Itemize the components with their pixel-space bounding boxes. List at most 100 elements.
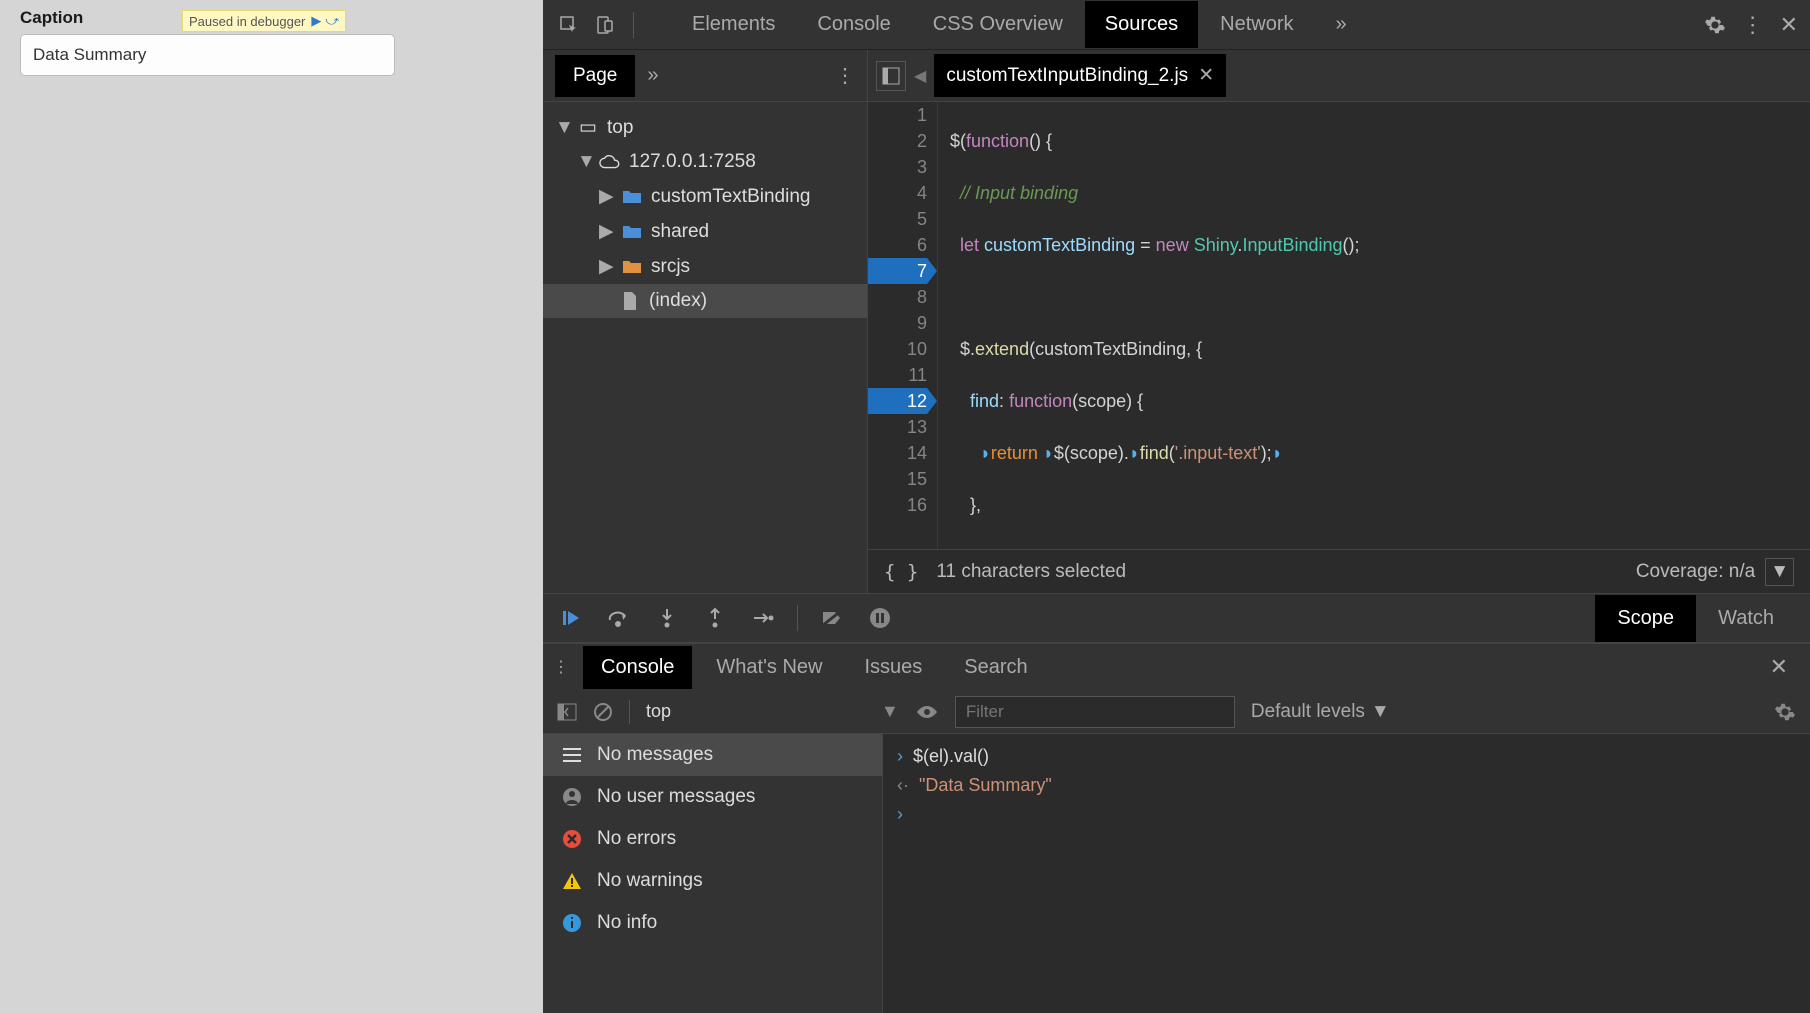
msg-filter-errors[interactable]: No errors [543,818,882,860]
line-number[interactable]: 11 [868,362,927,388]
step-out-button[interactable] [701,604,729,632]
clear-console-icon[interactable] [593,702,613,722]
console-settings-icon[interactable] [1774,701,1796,723]
drawer-tabs-bar: ⋮ Console What's New Issues Search ✕ [543,644,1810,690]
console-toolbar: top ▼ Default levels ▼ [543,690,1810,734]
nav-back-icon[interactable]: ◀ [914,66,926,86]
settings-icon[interactable] [1704,14,1726,36]
tree-folder-srcjs[interactable]: ▶ srcjs [543,249,867,284]
tree-folder-shared[interactable]: ▶ shared [543,214,867,249]
execution-context-select[interactable]: top ▼ [646,701,899,722]
step-into-button[interactable] [653,604,681,632]
line-number[interactable]: 1 [868,102,927,128]
prompt-icon: › [897,746,903,767]
tab-css-overview[interactable]: CSS Overview [913,1,1083,48]
deactivate-breakpoints-button[interactable] [818,604,846,632]
console-prompt-line[interactable]: › [897,800,1796,829]
drawer-tab-issues[interactable]: Issues [846,646,940,689]
step-over-button[interactable] [605,604,633,632]
line-number[interactable]: 15 [868,466,927,492]
coverage-dropdown-icon[interactable]: ▼ [1765,558,1794,586]
pretty-print-icon[interactable]: { } [884,561,918,583]
tree-top[interactable]: ▼ ▭ top [543,110,867,145]
tab-scope[interactable]: Scope [1595,595,1696,642]
levels-label: Default levels [1251,701,1365,723]
close-drawer-icon[interactable]: ✕ [1758,654,1800,680]
line-number[interactable]: 16 [868,492,927,518]
toggle-navigator-icon[interactable] [876,61,906,91]
msg-filter-warnings[interactable]: No warnings [543,860,882,902]
line-number[interactable]: 5 [868,206,927,232]
step-button[interactable] [749,604,777,632]
console-output[interactable]: › $(el).val() ‹· "Data Summary" › [883,734,1810,1013]
tab-console[interactable]: Console [797,1,910,48]
msg-label: No errors [597,828,676,850]
step-over-icon[interactable]: ⤻ [325,13,339,29]
web-page-panel: Paused in debugger ▶ ⤻ Caption [0,0,543,1013]
line-number[interactable]: 8 [868,284,927,310]
tab-network[interactable]: Network [1200,1,1313,48]
line-number-breakpoint[interactable]: 12 [868,388,927,414]
tree-host[interactable]: ▼ 127.0.0.1:7258 [543,145,867,179]
editor-file-tab[interactable]: customTextInputBinding_2.js ✕ [934,54,1226,97]
console-message-sidebar[interactable]: No messages No user messages No errors [543,734,883,1013]
console-input-text: $(el).val() [913,746,989,767]
drawer-kebab-icon[interactable]: ⋮ [553,657,569,677]
tree-file-index[interactable]: (index) [543,284,867,318]
tab-watch[interactable]: Watch [1696,595,1796,642]
tab-sources[interactable]: Sources [1085,1,1198,48]
code-editor[interactable]: 1 2 3 4 5 6 7 8 9 10 11 12 13 14 15 16 [868,102,1810,549]
console-result-line: ‹· "Data Summary" [897,771,1796,800]
line-number-breakpoint[interactable]: 7 [868,258,927,284]
divider [797,605,798,631]
caption-input[interactable] [20,34,395,76]
drawer-tab-search[interactable]: Search [946,646,1045,689]
line-number[interactable]: 4 [868,180,927,206]
navigator-tab-page[interactable]: Page [555,55,635,97]
close-tab-icon[interactable]: ✕ [1198,64,1214,87]
msg-filter-all[interactable]: No messages [543,734,882,776]
line-number[interactable]: 3 [868,154,927,180]
live-expression-icon[interactable] [915,704,939,720]
navigator-kebab-icon[interactable]: ⋮ [835,63,855,88]
chevron-down-icon: ▼ [1371,701,1390,723]
kebab-menu-icon[interactable]: ⋮ [1742,12,1764,38]
inspect-element-icon[interactable] [555,11,583,39]
line-number[interactable]: 6 [868,232,927,258]
tree-label: top [607,117,633,139]
line-number[interactable]: 14 [868,440,927,466]
editor-gutter[interactable]: 1 2 3 4 5 6 7 8 9 10 11 12 13 14 15 16 [868,102,938,549]
file-tree[interactable]: ▼ ▭ top ▼ 127.0.0.1:7258 ▶ customT [543,102,867,593]
tabs-overflow[interactable]: » [1316,1,1367,48]
devtools-header: Elements Console CSS Overview Sources Ne… [543,0,1810,50]
editor-pane: ◀ customTextInputBinding_2.js ✕ 1 2 3 4 … [868,50,1810,593]
devtools-tabs: Elements Console CSS Overview Sources Ne… [672,1,1696,48]
filter-input[interactable] [955,696,1235,728]
drawer-tab-console[interactable]: Console [583,646,692,689]
tree-folder-customtextbinding[interactable]: ▶ customTextBinding [543,179,867,214]
close-devtools-icon[interactable]: ✕ [1780,12,1798,38]
drawer-tab-whatsnew[interactable]: What's New [698,646,840,689]
window-icon: ▭ [577,116,599,139]
pause-exceptions-button[interactable] [866,604,894,632]
chevron-down-icon: ▼ [555,117,569,139]
chevron-down-icon: ▼ [881,701,899,722]
line-number[interactable]: 13 [868,414,927,440]
log-levels-select[interactable]: Default levels ▼ [1251,701,1390,723]
line-number[interactable]: 10 [868,336,927,362]
file-icon [619,291,641,311]
msg-filter-info[interactable]: No info [543,902,882,944]
resume-icon[interactable]: ▶ [311,13,321,29]
code-lines[interactable]: $(function() { // Input binding let cust… [938,102,1810,549]
resume-button[interactable] [557,604,585,632]
line-number[interactable]: 9 [868,310,927,336]
msg-filter-user[interactable]: No user messages [543,776,882,818]
navigator-tabs-more[interactable]: » [647,64,658,87]
tree-label: 127.0.0.1:7258 [629,151,756,173]
device-toolbar-icon[interactable] [591,11,619,39]
line-number[interactable]: 2 [868,128,927,154]
toggle-sidebar-icon[interactable] [557,703,577,721]
tab-elements[interactable]: Elements [672,1,795,48]
debugger-toolbar: Scope Watch [543,593,1810,643]
warning-icon [561,871,583,891]
